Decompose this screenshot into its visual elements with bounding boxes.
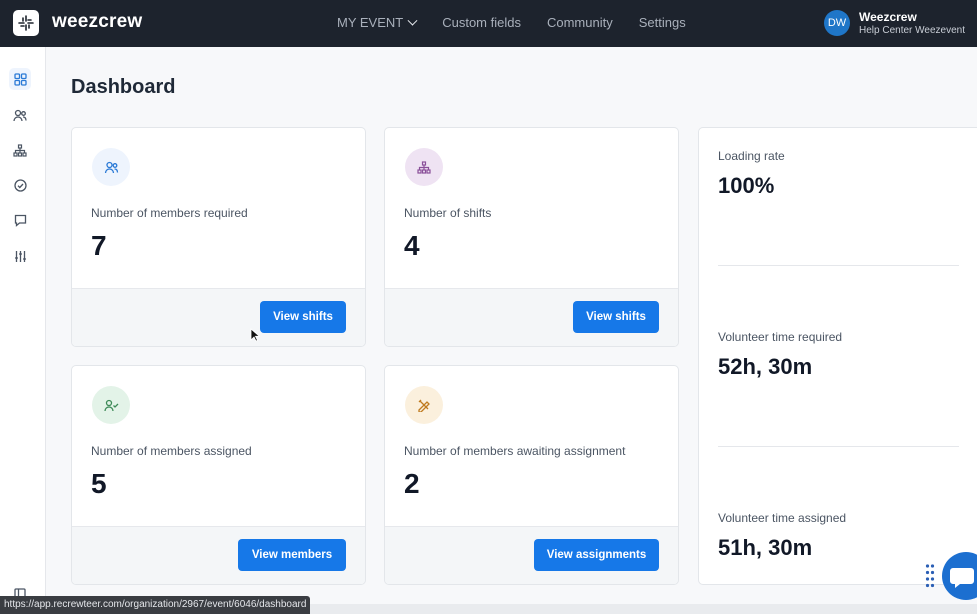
stats-panel: Loading rate 100% Volunteer time require… bbox=[698, 127, 977, 585]
top-bar: weezcrew MY EVENT Custom fields Communit… bbox=[0, 0, 977, 47]
nav-custom-fields[interactable]: Custom fields bbox=[442, 15, 521, 30]
card-label: Number of shifts bbox=[404, 206, 492, 220]
members-assigned-card: Number of members assigned 5 View member… bbox=[71, 365, 366, 585]
card-value: 7 bbox=[91, 230, 107, 261]
divider bbox=[718, 265, 959, 266]
shifts-card: Number of shifts 4 View shifts bbox=[384, 127, 679, 347]
sidebar bbox=[0, 47, 46, 614]
card-label: Number of members required bbox=[91, 206, 248, 220]
members-required-card: Number of members required 7 View shifts bbox=[71, 127, 366, 347]
stat-label: Loading rate bbox=[718, 149, 785, 163]
card-value: 4 bbox=[404, 230, 420, 261]
view-assignments-button[interactable]: View assignments bbox=[534, 539, 659, 571]
card-label: Number of members assigned bbox=[91, 444, 252, 458]
page-title: Dashboard bbox=[71, 76, 176, 98]
card-label: Number of members awaiting assignment bbox=[404, 444, 626, 458]
view-shifts-button[interactable]: View shifts bbox=[260, 301, 346, 333]
chevron-down-icon bbox=[407, 15, 418, 26]
members-icon bbox=[92, 148, 130, 186]
drag-handle-icon[interactable] bbox=[925, 563, 935, 589]
logo-icon[interactable] bbox=[13, 10, 39, 36]
stat-value: 100% bbox=[718, 173, 775, 198]
org-chart-icon[interactable] bbox=[9, 139, 31, 161]
card-value: 5 bbox=[91, 468, 107, 499]
mouse-cursor-icon bbox=[250, 328, 260, 342]
sliders-icon[interactable] bbox=[9, 245, 31, 267]
members-icon[interactable] bbox=[9, 104, 31, 126]
pencil-ruler-icon bbox=[405, 386, 443, 424]
chat-bubble-icon bbox=[950, 568, 974, 588]
divider bbox=[718, 446, 959, 447]
chat-icon[interactable] bbox=[9, 209, 31, 231]
user-name[interactable]: Weezcrew bbox=[859, 10, 917, 24]
nav-my-event[interactable]: MY EVENT bbox=[337, 15, 418, 30]
stat-label: Volunteer time required bbox=[718, 330, 843, 344]
nav-community[interactable]: Community bbox=[547, 15, 613, 30]
main-nav: MY EVENT Custom fields Community Setting… bbox=[337, 15, 686, 30]
logo-text[interactable]: weezcrew bbox=[52, 11, 142, 33]
card-value: 2 bbox=[404, 468, 420, 499]
user-organization[interactable]: Help Center Weezevent bbox=[859, 25, 965, 36]
dashboard-icon[interactable] bbox=[9, 68, 31, 90]
nav-settings[interactable]: Settings bbox=[639, 15, 686, 30]
view-members-button[interactable]: View members bbox=[238, 539, 346, 571]
view-shifts-button[interactable]: View shifts bbox=[573, 301, 659, 333]
org-chart-icon bbox=[405, 148, 443, 186]
stat-value: 52h, 30m bbox=[718, 354, 813, 379]
check-circle-icon[interactable] bbox=[9, 174, 31, 196]
status-bar-url: https://app.recrewteer.com/organization/… bbox=[0, 596, 311, 614]
avatar[interactable]: DW bbox=[824, 10, 850, 36]
stat-label: Volunteer time assigned bbox=[718, 511, 847, 525]
nav-my-event-label: MY EVENT bbox=[337, 15, 404, 30]
stat-value: 51h, 30m bbox=[718, 535, 813, 560]
user-check-icon bbox=[92, 386, 130, 424]
chat-support-button[interactable] bbox=[942, 552, 977, 600]
members-awaiting-card: Number of members awaiting assignment 2 … bbox=[384, 365, 679, 585]
